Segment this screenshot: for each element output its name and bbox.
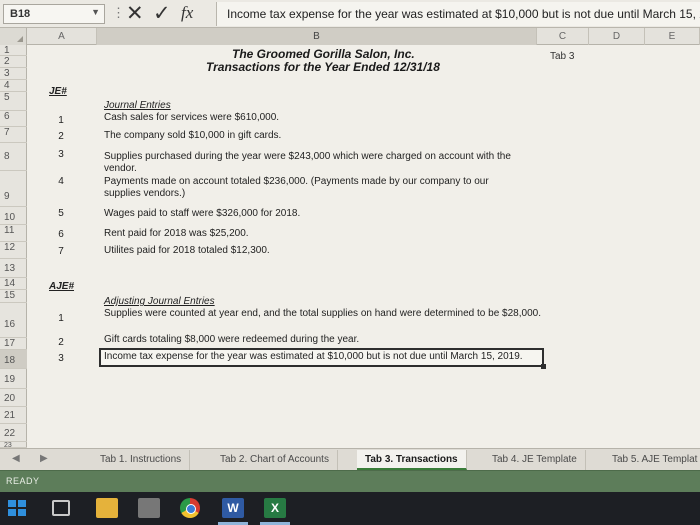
aje-description: Supplies were counted at year end, and t… <box>104 308 541 319</box>
row-header[interactable]: 14 <box>0 278 27 290</box>
windows-start-icon[interactable] <box>8 500 26 517</box>
row-header[interactable]: 22 <box>0 424 27 442</box>
store-icon[interactable] <box>138 498 160 518</box>
row-header[interactable]: 3 <box>0 68 27 80</box>
row-header[interactable]: 1 <box>0 45 27 56</box>
je-description: Utilites paid for 2018 totaled $12,300. <box>104 245 270 256</box>
je-number: 3 <box>58 149 64 160</box>
row-header[interactable]: 5 <box>0 92 27 111</box>
je-number: 4 <box>58 176 64 187</box>
adjusting-entries-heading: Adjusting Journal Entries <box>104 296 215 307</box>
aje-number-header: AJE# <box>49 281 75 292</box>
enter-check-icon[interactable]: ✓ <box>153 1 171 26</box>
je-description: Rent paid for 2018 was $25,200. <box>104 228 249 239</box>
status-bar: READY <box>0 470 700 492</box>
aje-description: Income tax expense for the year was esti… <box>104 351 523 362</box>
aje-description: Gift cards totaling $8,000 were redeemed… <box>104 334 360 345</box>
row-header[interactable]: 7 <box>0 127 27 143</box>
je-number: 7 <box>58 246 64 257</box>
aje-number: 2 <box>58 337 64 348</box>
sheet-tab-bar: ◀ ▶ Tab 1. Instructions Tab 2. Chart of … <box>0 448 700 470</box>
je-description: Cash sales for services were $610,000. <box>104 112 280 123</box>
more-options-icon[interactable]: ⋮ <box>112 5 125 21</box>
row-header[interactable]: 6 <box>0 111 27 127</box>
aje-number: 1 <box>58 313 64 324</box>
formula-bar: B18 ▼ ⋮ ✕ ✓ fx Income tax expense for th… <box>0 0 700 28</box>
journal-entries-heading: Journal Entries <box>104 100 171 111</box>
column-header-bar: A B C D E <box>0 28 700 45</box>
task-view-icon[interactable] <box>52 500 70 516</box>
row-header[interactable]: 11 <box>0 225 27 242</box>
row-header[interactable]: 17 <box>0 338 27 350</box>
je-description: The company sold $10,000 in gift cards. <box>104 130 282 141</box>
je-number-header: JE# <box>49 86 67 97</box>
taskbar: W X <box>0 492 700 525</box>
excel-icon[interactable]: X <box>264 498 286 518</box>
je-number: 2 <box>58 131 64 142</box>
row-header-selected[interactable]: 18 <box>0 350 27 369</box>
file-explorer-icon[interactable] <box>96 498 118 518</box>
sheet-title: The Groomed Gorilla Salon, Inc. <box>232 47 415 61</box>
column-header-c[interactable]: C <box>537 28 589 45</box>
row-header[interactable]: 20 <box>0 389 27 407</box>
row-header-bar: 1 2 3 4 5 6 7 8 9 10 11 12 13 14 15 16 1… <box>0 45 27 448</box>
column-header-b[interactable]: B <box>97 28 537 45</box>
name-box-value: B18 <box>10 8 31 20</box>
row-header[interactable]: 4 <box>0 80 27 92</box>
row-header[interactable]: 10 <box>0 207 27 225</box>
row-header[interactable]: 16 <box>0 303 27 338</box>
select-all-button[interactable] <box>0 28 27 45</box>
tab-number-label: Tab 3 <box>550 51 575 62</box>
chrome-icon[interactable] <box>180 498 200 518</box>
sheet-tab-transactions[interactable]: Tab 3. Transactions <box>357 450 467 470</box>
je-number: 1 <box>58 115 64 126</box>
word-icon[interactable]: W <box>222 498 244 518</box>
row-header[interactable]: 12 <box>0 242 27 259</box>
row-header[interactable]: 19 <box>0 369 27 389</box>
status-text: READY <box>6 476 40 486</box>
next-sheet-icon[interactable]: ▶ <box>40 453 48 464</box>
row-header[interactable]: 13 <box>0 259 27 278</box>
row-header[interactable]: 8 <box>0 143 27 171</box>
column-header-e[interactable]: E <box>645 28 700 45</box>
je-description: Supplies purchased during the year were … <box>104 151 511 174</box>
row-header[interactable]: 9 <box>0 171 27 207</box>
sheet-tab-instructions[interactable]: Tab 1. Instructions <box>92 450 191 470</box>
row-header[interactable]: 21 <box>0 407 27 424</box>
sheet-tab-aje-template[interactable]: Tab 5. AJE Templat <box>604 450 700 470</box>
prev-sheet-icon[interactable]: ◀ <box>12 453 20 464</box>
insert-function-icon[interactable]: fx <box>181 3 193 23</box>
column-header-d[interactable]: D <box>589 28 645 45</box>
sheet-tab-chart-of-accounts[interactable]: Tab 2. Chart of Accounts <box>212 450 338 470</box>
je-description: Wages paid to staff were $326,000 for 20… <box>104 208 301 219</box>
sheet-subtitle: Transactions for the Year Ended 12/31/18 <box>206 60 440 74</box>
je-description: Payments made on account totaled $236,00… <box>104 176 489 199</box>
column-header-a[interactable]: A <box>27 28 97 45</box>
formula-input[interactable]: Income tax expense for the year was esti… <box>216 2 700 26</box>
row-header[interactable]: 2 <box>0 56 27 68</box>
row-header[interactable]: 15 <box>0 290 27 303</box>
sheet-tab-je-template[interactable]: Tab 4. JE Template <box>484 450 586 470</box>
je-number: 6 <box>58 229 64 240</box>
name-box[interactable]: B18 ▼ <box>3 4 105 24</box>
worksheet-grid[interactable]: The Groomed Gorilla Salon, Inc. Transact… <box>27 45 700 448</box>
aje-number: 3 <box>58 353 64 364</box>
name-box-dropdown-icon[interactable]: ▼ <box>91 7 100 17</box>
je-number: 5 <box>58 208 64 219</box>
cancel-x-icon[interactable]: ✕ <box>126 1 144 26</box>
